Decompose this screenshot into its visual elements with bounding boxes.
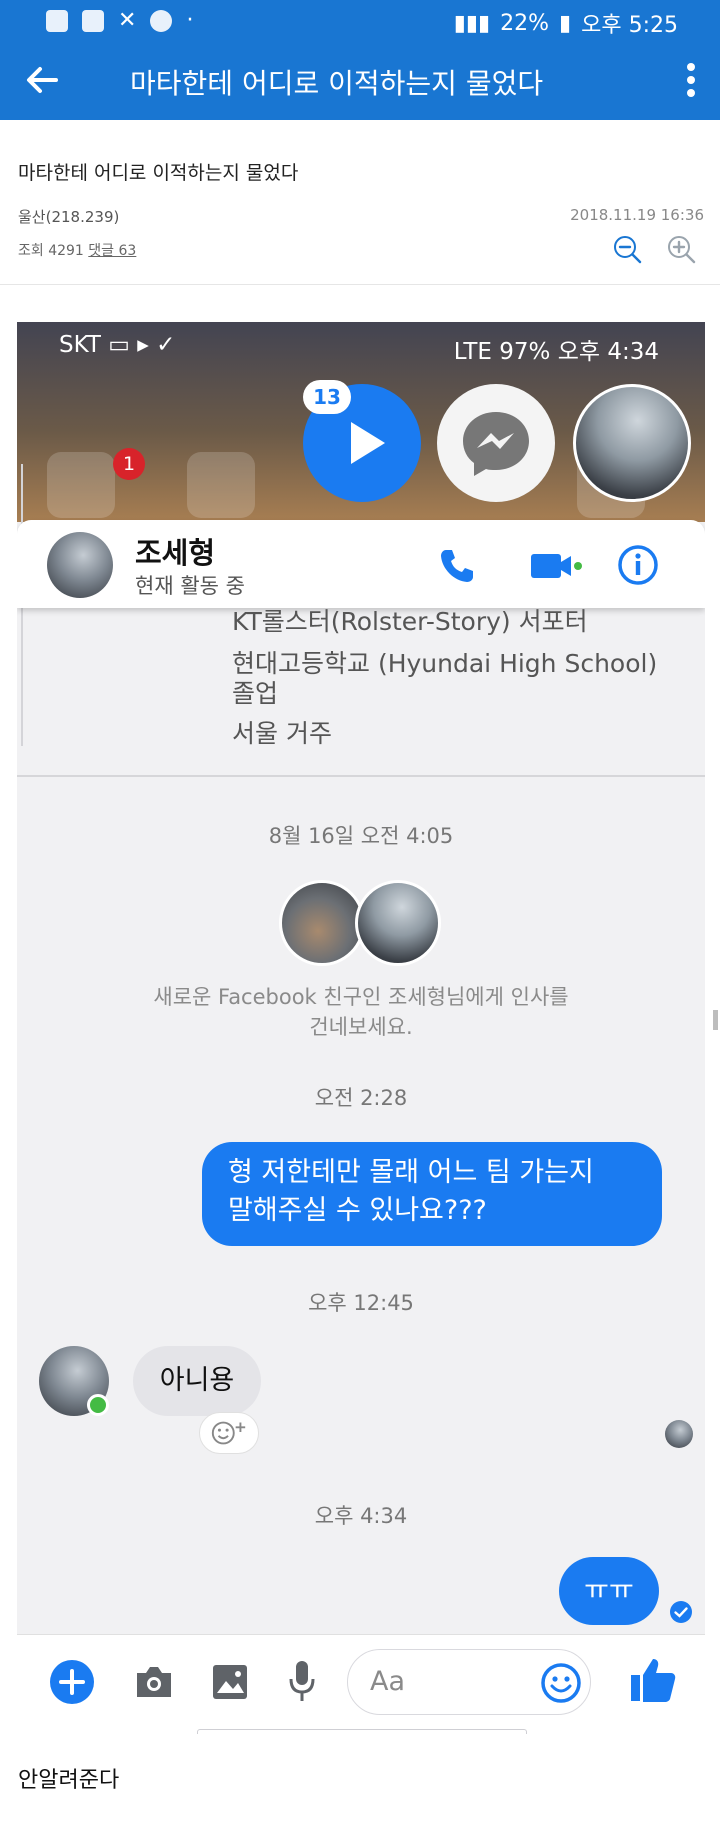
- kakaotalk-icon: [150, 9, 173, 32]
- chat-header: 조세형 현재 활동 중: [17, 520, 705, 608]
- signal-icon: ▮▮▮: [453, 10, 491, 36]
- contact-avatar: [355, 880, 441, 966]
- timestamp: 8월 16일 오전 4:05: [268, 824, 454, 848]
- divider: [0, 284, 720, 285]
- online-indicator: [87, 1394, 109, 1416]
- profile-school: 현대고등학교 (Hyundai High School): [232, 649, 658, 678]
- timestamp: 오후 4:34: [314, 1504, 408, 1528]
- camera-icon[interactable]: [133, 1663, 175, 1701]
- profile-team: KT롤스터(Rolster-Story) 서포터: [232, 607, 588, 636]
- emoji-icon[interactable]: [540, 1662, 582, 1704]
- app-folder-icon: [47, 452, 115, 518]
- read-receipt-avatar: [665, 1420, 693, 1448]
- embedded-screenshot: SKT ▭ ▸ ✓ LTE 97% 오후 4:34 1 13 조세형 현재 활동…: [17, 322, 705, 1734]
- battery-level: 22%: [500, 10, 549, 36]
- app-bar-title: 마타한테 어디로 이적하는지 물었다: [130, 67, 544, 100]
- divider: [17, 775, 705, 777]
- gallery-icon: [82, 9, 104, 32]
- timestamp: 오후 12:45: [308, 1291, 414, 1315]
- greeting-line: 건네보세요.: [309, 1015, 413, 1039]
- scroll-indicator[interactable]: [713, 1010, 718, 1030]
- sent-message[interactable]: ㅠㅠ: [559, 1557, 659, 1625]
- post-body-text: 안알려준다: [18, 1768, 120, 1793]
- post-datetime: 2018.11.19 16:36: [570, 206, 704, 224]
- video-call-icon[interactable]: [529, 548, 583, 584]
- message-line: 말해주실 수 있나요???: [228, 1195, 487, 1226]
- delivered-check-icon: [670, 1601, 692, 1623]
- thumbs-up-icon[interactable]: [629, 1655, 677, 1705]
- plus-icon[interactable]: [49, 1659, 95, 1705]
- app-folder-icon: [187, 452, 255, 518]
- inner-carrier: SKT ▭ ▸ ✓: [59, 332, 176, 358]
- message-placeholder: Aa: [370, 1666, 406, 1697]
- battery-icon: ▮: [559, 10, 572, 36]
- contact-status: 현재 활동 중: [135, 574, 245, 598]
- zoom-in-icon[interactable]: [666, 234, 696, 264]
- dot-icon: ·: [186, 8, 194, 33]
- notification-badge: 1: [113, 448, 145, 480]
- friend-greeting: 새로운 Facebook 친구인 조세형님에게 인사를 건네보세요.: [17, 982, 705, 1042]
- u-plus-icon: [46, 9, 68, 32]
- greeting-line: 새로운 Facebook 친구인 조세형님에게 인사를: [153, 985, 569, 1009]
- contact-name: 조세형: [135, 536, 216, 570]
- profile-school-status: 졸업: [232, 679, 279, 708]
- gallery-icon[interactable]: [211, 1663, 249, 1701]
- microphone-icon[interactable]: [287, 1659, 317, 1703]
- comment-count-link[interactable]: 댓글 63: [88, 243, 136, 259]
- zoom-out-icon[interactable]: [612, 234, 642, 264]
- info-icon[interactable]: [617, 544, 659, 586]
- post-author: 울산(218.239): [18, 208, 120, 226]
- messenger-icon: [463, 412, 529, 476]
- post-title: 마타한테 어디로 이적하는지 물었다: [18, 162, 299, 184]
- clock: 오후 5:25: [581, 13, 678, 38]
- message-line: 형 저한테만 몰래 어느 팀 가는지: [228, 1157, 594, 1188]
- my-avatar: [279, 880, 365, 966]
- messenger-chat-head[interactable]: [437, 384, 555, 502]
- app-bar: 마타한테 어디로 이적하는지 물었다: [0, 42, 720, 120]
- post-stats: 조회 4291 댓글 63: [18, 240, 136, 260]
- message-input[interactable]: Aa: [347, 1649, 591, 1715]
- contact-chat-head[interactable]: [573, 384, 691, 502]
- video-count-badge: 13: [303, 380, 351, 414]
- status-bar: ✕ · ▮▮▮ 22% ▮ 오후 5:25: [0, 0, 720, 42]
- view-count: 조회 4291: [18, 243, 89, 259]
- inner-status-right: LTE 97% 오후 4:34: [453, 339, 659, 365]
- received-message[interactable]: 아니용: [133, 1346, 261, 1416]
- more-options-icon[interactable]: [686, 62, 696, 98]
- suggestion-sheet-handle: [197, 1729, 527, 1734]
- profile-location: 서울 거주: [232, 719, 332, 748]
- phone-call-icon[interactable]: [437, 546, 477, 586]
- add-reaction-icon[interactable]: [199, 1412, 259, 1454]
- message-composer: Aa: [17, 1634, 705, 1734]
- avatar[interactable]: [47, 532, 113, 598]
- mute-ring-icon: ✕: [118, 8, 137, 33]
- sent-message[interactable]: 형 저한테만 몰래 어느 팀 가는지 말해주실 수 있나요???: [202, 1142, 662, 1246]
- back-arrow-icon[interactable]: [22, 60, 62, 100]
- timestamp: 오전 2:28: [314, 1086, 408, 1110]
